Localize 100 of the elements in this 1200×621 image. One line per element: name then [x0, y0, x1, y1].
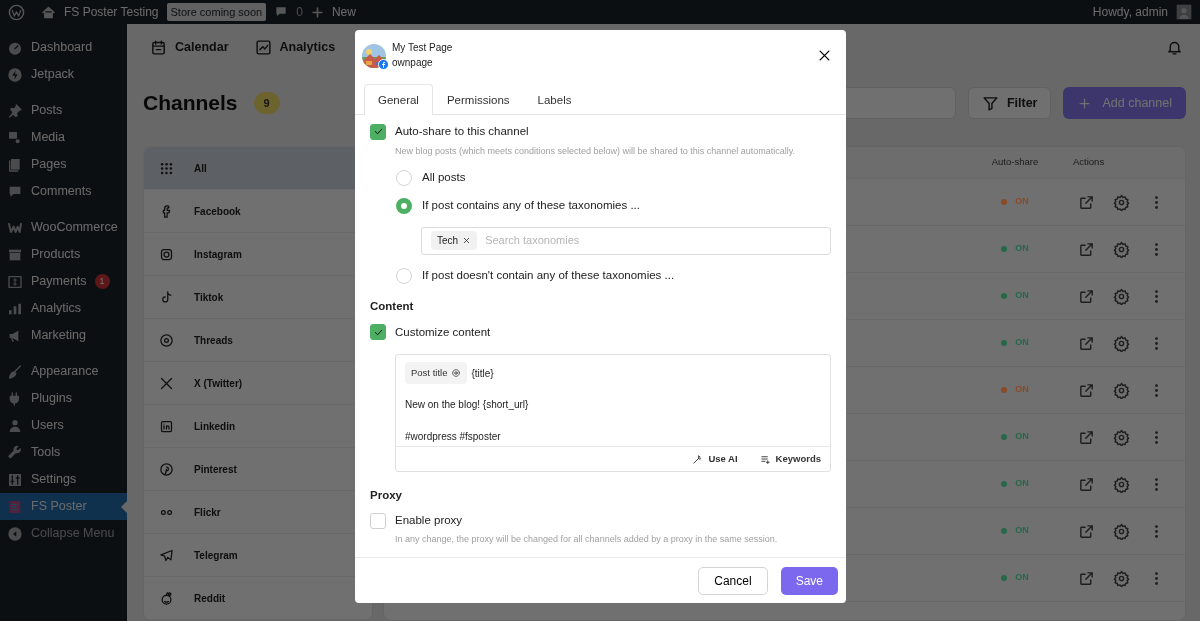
settings-icon[interactable] [1113, 428, 1130, 446]
new-link[interactable]: New [331, 3, 356, 21]
radio-button[interactable] [396, 267, 412, 284]
tab[interactable]: Labels [523, 84, 586, 116]
settings-icon[interactable] [1113, 287, 1130, 305]
menu-label: Marketing [31, 327, 86, 345]
channel-logo-icon [158, 375, 174, 391]
checkbox[interactable] [370, 324, 386, 341]
nav-tab[interactable]: Analytics [254, 37, 336, 57]
channel-logo-icon [158, 246, 174, 262]
remove-icon[interactable] [462, 236, 472, 245]
comment-count: 0 [296, 4, 303, 21]
menu-label: Products [31, 246, 81, 264]
menu-item[interactable]: Analytics [0, 295, 127, 322]
external-link-icon[interactable] [1078, 428, 1095, 446]
external-link-icon[interactable] [1078, 334, 1095, 352]
menu-item[interactable]: Tools [0, 439, 127, 466]
menu-label: FS Poster [31, 498, 87, 516]
menu-label: Tools [31, 444, 61, 462]
menu-item[interactable]: Dashboard [0, 34, 127, 61]
external-link-icon[interactable] [1078, 287, 1095, 305]
menu-item[interactable]: WooCommerce [0, 214, 127, 241]
variable-chip[interactable]: Post title [405, 362, 468, 385]
content-editor[interactable]: Post title {title} New on the blog! {short_url} #wordpress #fsposter Use AI Keywords [395, 354, 831, 472]
taxonomy-field[interactable]: Tech Search taxonomies [421, 226, 831, 255]
menu-item[interactable]: Marketing [0, 322, 127, 349]
settings-icon[interactable] [1113, 193, 1130, 211]
settings-icon[interactable] [1113, 569, 1130, 587]
nav-tab[interactable]: Calendar [150, 37, 229, 57]
avatar-icon[interactable] [1176, 4, 1192, 20]
external-link-icon[interactable] [1078, 193, 1095, 211]
menu-item[interactable]: Media [0, 124, 127, 151]
cancel-button[interactable]: Cancel [698, 566, 768, 595]
count-badge: 1 [94, 273, 110, 290]
menu-item[interactable]: Products [0, 241, 127, 268]
collapse-menu-button[interactable]: Collapse Menu [0, 520, 127, 547]
external-link-icon[interactable] [1078, 475, 1095, 493]
tab[interactable]: Permissions [432, 84, 524, 116]
settings-icon[interactable] [1113, 475, 1130, 493]
editor-action-button[interactable]: Keywords [759, 451, 821, 467]
logo-icon[interactable] [8, 3, 25, 21]
hint-text: New blog posts (which meets conditions selected below) will be shared to this channel automatically. [395, 145, 797, 157]
filter-icon [981, 94, 999, 112]
section-heading: Proxy [370, 488, 403, 503]
collapse-icon [7, 525, 23, 542]
external-link-icon[interactable] [1078, 522, 1095, 540]
channel-logo-icon [158, 332, 174, 348]
status-text: ON [1015, 383, 1029, 397]
plus-icon[interactable] [310, 5, 324, 19]
settings-icon[interactable] [1113, 240, 1130, 258]
status-text: ON [1015, 289, 1029, 303]
checkbox-label[interactable]: Enable proxy [395, 512, 463, 530]
editor-text: {title} [471, 366, 494, 381]
menu-label: WooCommerce [31, 219, 118, 237]
save-button[interactable]: Save [780, 566, 838, 595]
channel-name: Reddit [194, 591, 226, 606]
menu-label: Analytics [31, 300, 82, 318]
status-text: ON [1015, 524, 1029, 538]
settings-icon[interactable] [1113, 522, 1130, 540]
menu-item[interactable]: FS Poster [0, 493, 127, 520]
checkbox[interactable] [370, 123, 386, 140]
menu-item[interactable]: Users [0, 412, 127, 439]
grid-icon [158, 160, 174, 176]
radio-button[interactable] [396, 169, 412, 186]
menu-label: Users [31, 417, 64, 435]
tab[interactable]: General [364, 84, 433, 116]
radio-label[interactable]: If post doesn't contain any of these taxonomies ... [422, 266, 675, 285]
filter-button[interactable]: Filter [967, 87, 1052, 119]
checkbox[interactable] [370, 512, 386, 529]
menu-item[interactable]: Posts [0, 97, 127, 124]
menu-item[interactable]: Settings [0, 466, 127, 493]
app-logo-icon [7, 498, 23, 515]
menu-item[interactable]: Plugins [0, 385, 127, 412]
comment-icon[interactable] [274, 5, 289, 19]
radio-label[interactable]: All posts [422, 168, 466, 187]
account-name: My Test Page [392, 41, 453, 55]
home-icon[interactable] [41, 4, 56, 20]
channel-name: Pinterest [194, 462, 237, 477]
radio-label[interactable]: If post contains any of these taxonomies ... [422, 196, 640, 215]
settings-icon[interactable] [1113, 334, 1130, 352]
editor-action-button[interactable]: Use AI [692, 451, 738, 467]
menu-item[interactable]: Comments [0, 178, 127, 205]
external-link-icon[interactable] [1078, 381, 1095, 399]
menu-item[interactable]: Pages [0, 151, 127, 178]
channel-name: Telegram [194, 548, 238, 563]
section-heading: Content [370, 298, 415, 314]
settings-icon[interactable] [1113, 381, 1130, 399]
tag-chip[interactable]: Tech [431, 231, 478, 250]
menu-item[interactable]: Payments 1 [0, 268, 127, 295]
external-link-icon[interactable] [1078, 240, 1095, 258]
checkbox-label[interactable]: Auto-share to this channel [395, 123, 529, 141]
menu-item[interactable]: Jetpack [0, 61, 127, 88]
pin-icon [7, 102, 23, 119]
calendar-icon [150, 38, 167, 56]
site-link[interactable]: FS Poster Testing [64, 3, 159, 21]
external-link-icon[interactable] [1078, 569, 1095, 587]
checkbox-label[interactable]: Customize content [395, 323, 491, 341]
channel-name: Flickr [194, 505, 221, 520]
radio-button[interactable] [396, 197, 412, 214]
menu-item[interactable]: Appearance [0, 358, 127, 385]
